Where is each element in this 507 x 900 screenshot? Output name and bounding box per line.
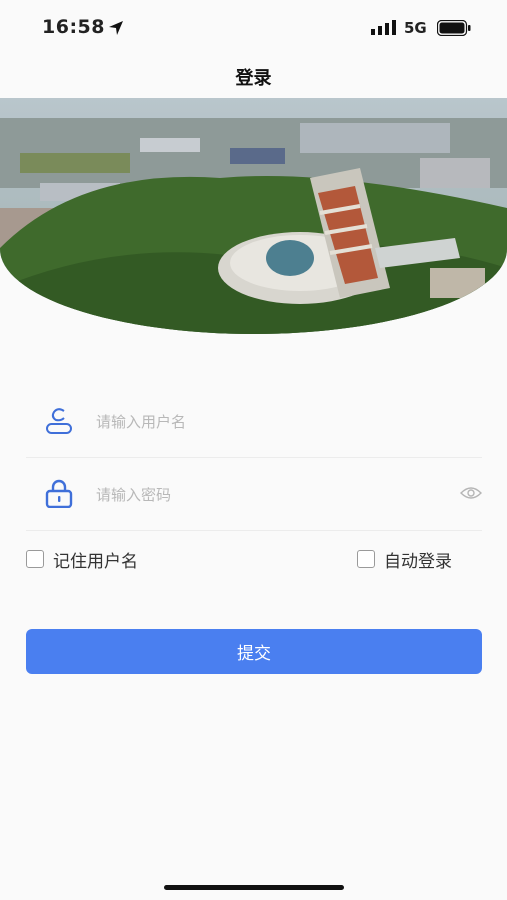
- status-time: 16:58: [42, 16, 105, 38]
- user-icon: [46, 408, 72, 434]
- home-indicator: [164, 885, 344, 890]
- auto-login-option[interactable]: 自动登录: [357, 545, 452, 573]
- username-input[interactable]: [94, 405, 438, 439]
- password-field: [26, 458, 482, 531]
- password-input[interactable]: [94, 478, 438, 512]
- auto-login-checkbox[interactable]: [357, 550, 375, 568]
- submit-button[interactable]: 提交: [26, 629, 482, 674]
- page-title: 登录: [235, 68, 272, 89]
- remember-username-label: 记住用户名: [53, 551, 138, 572]
- remember-username-option[interactable]: 记住用户名: [26, 545, 138, 573]
- auto-login-label: 自动登录: [384, 551, 452, 572]
- nav-bar: 登录: [0, 56, 507, 98]
- lock-icon: [45, 479, 73, 508]
- campus-banner-image: [0, 98, 507, 334]
- battery-icon: [437, 20, 471, 36]
- status-bar: 16:58 5G: [0, 0, 507, 56]
- remember-username-checkbox[interactable]: [26, 550, 44, 568]
- eye-icon[interactable]: [460, 485, 482, 501]
- signal-icon: [371, 20, 396, 35]
- network-type: 5G: [404, 19, 427, 37]
- location-arrow-icon: [109, 21, 123, 35]
- username-field: [26, 385, 482, 458]
